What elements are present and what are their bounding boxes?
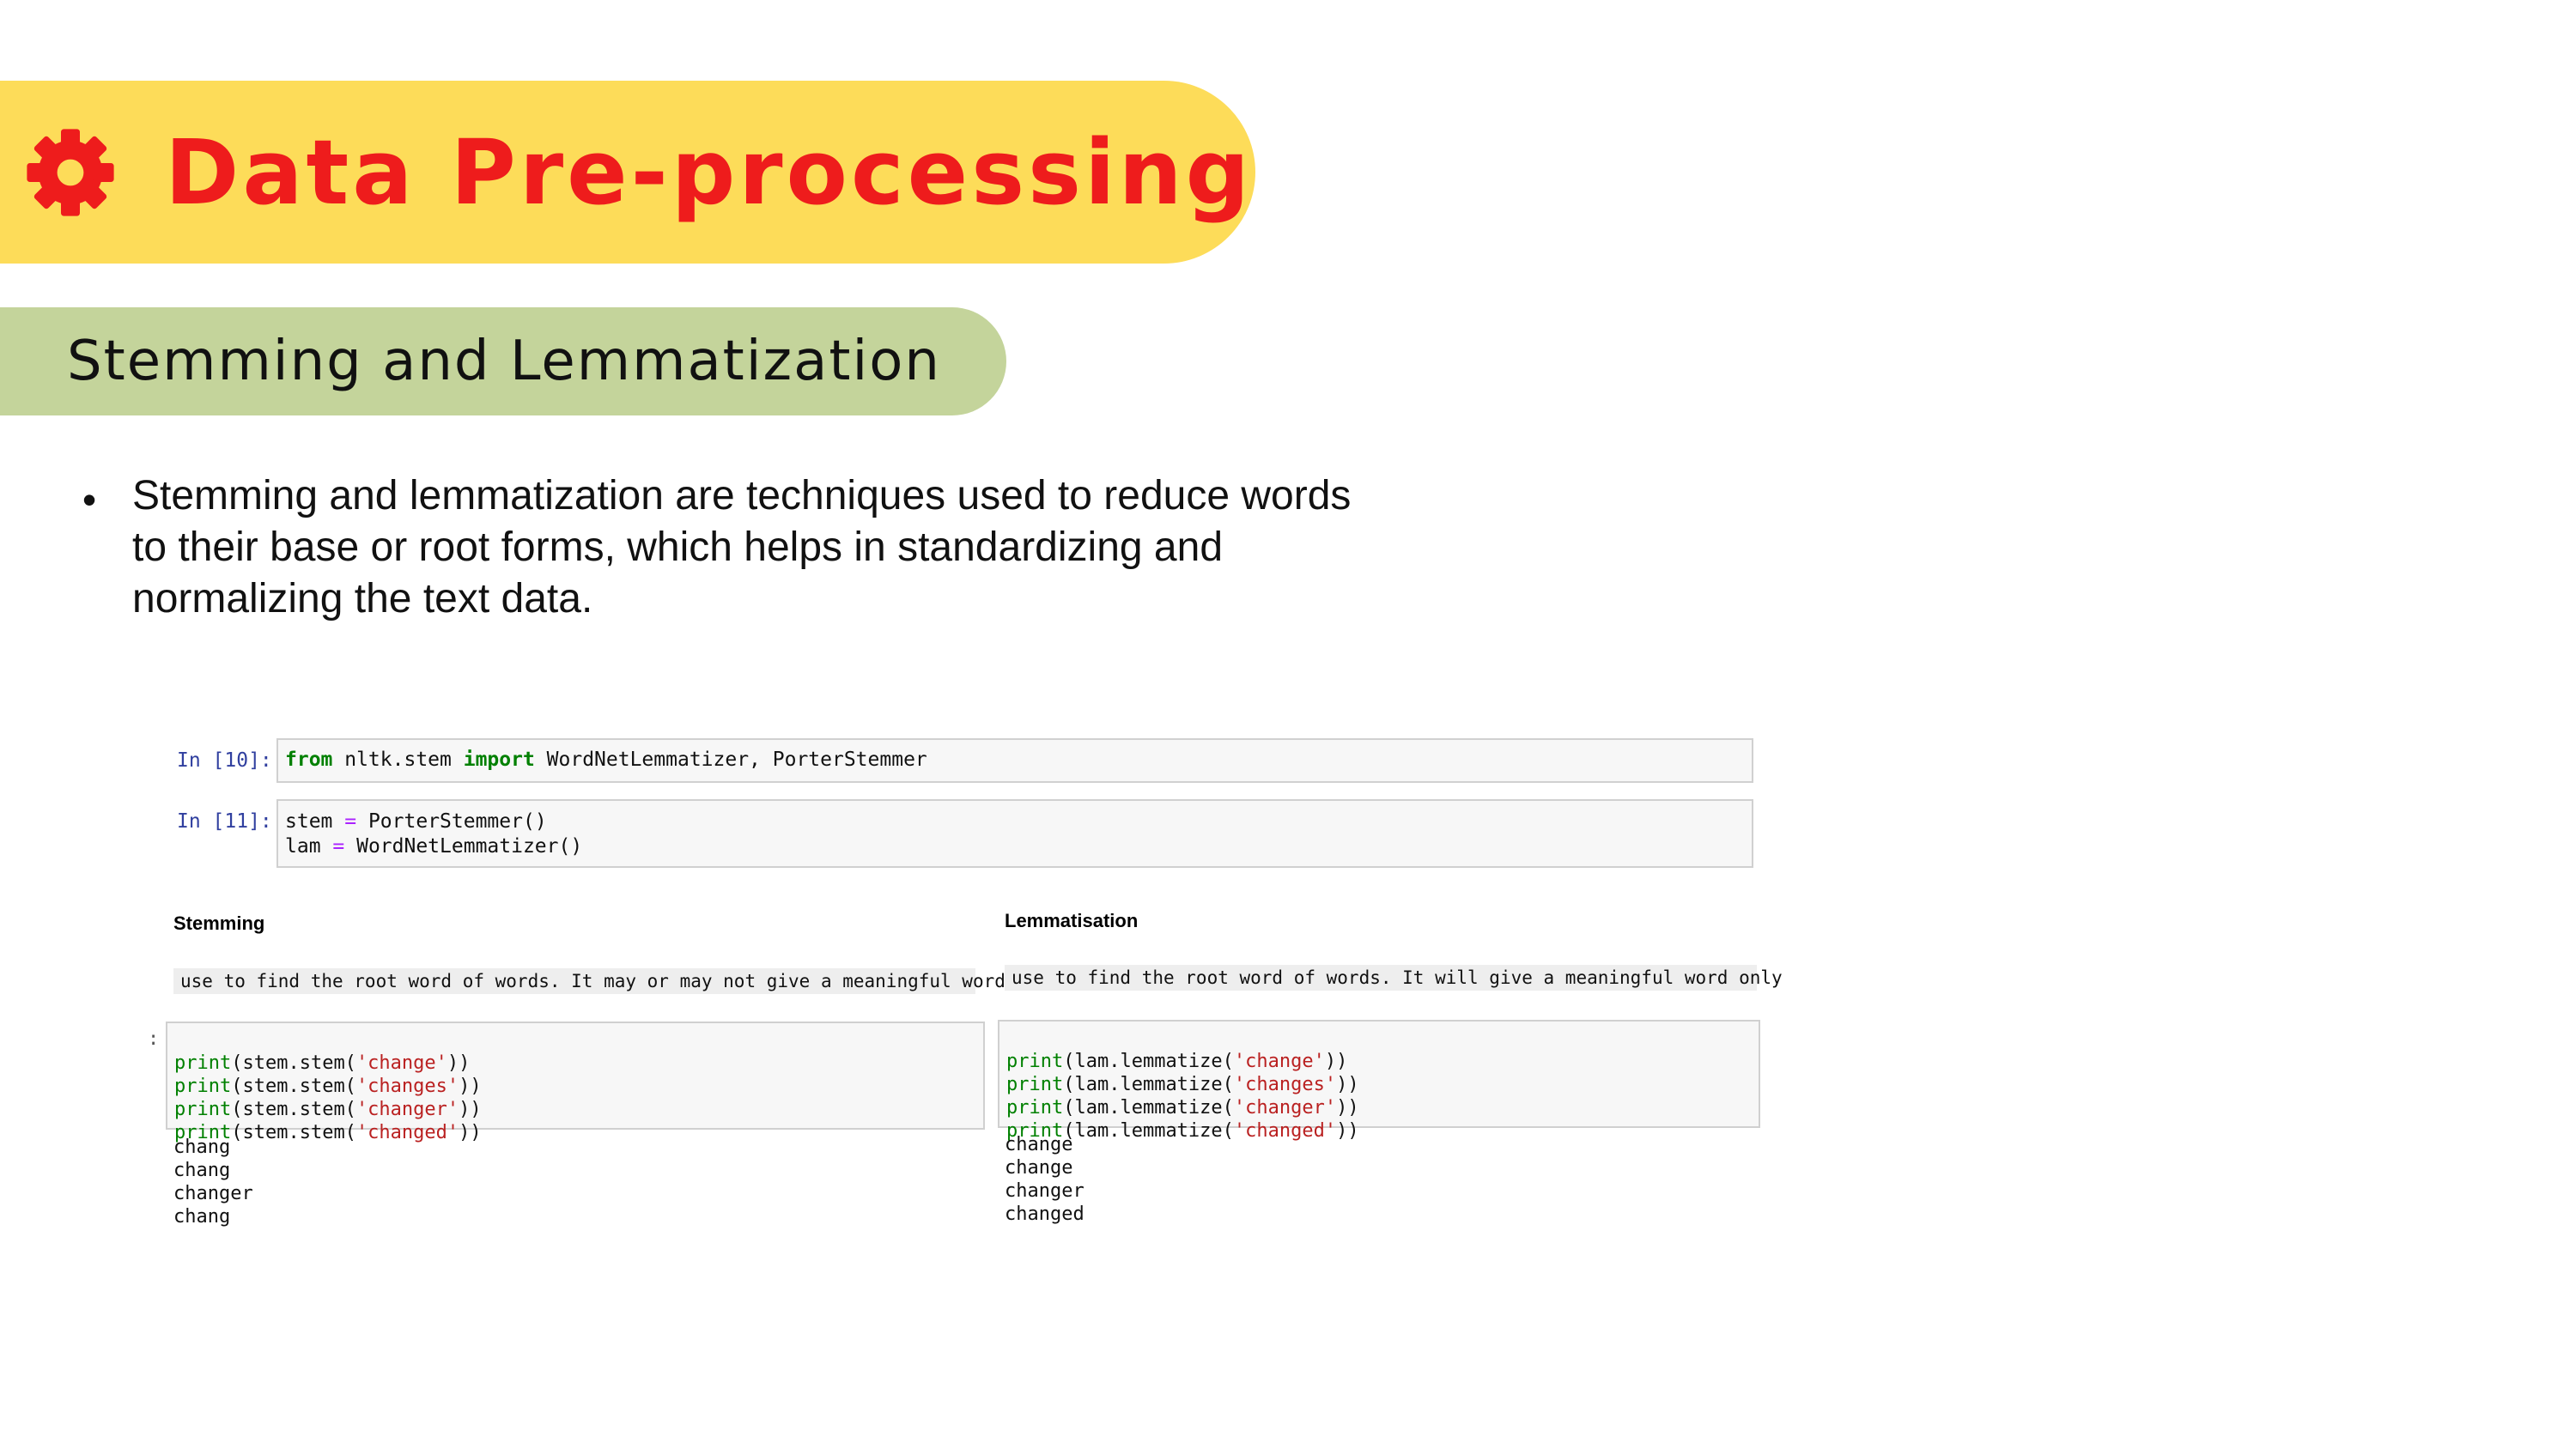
page-title: Data Pre-processing bbox=[165, 120, 1254, 225]
cell-prompt-10: In [10]: bbox=[177, 749, 272, 772]
code-line: print(lam.lemmatize('changes')) bbox=[1006, 1074, 1359, 1095]
cell-prompt-11: In [11]: bbox=[177, 810, 272, 833]
code-operator: = bbox=[332, 835, 345, 858]
code-line: print(stem.stem('change')) bbox=[174, 1052, 471, 1074]
lemmatisation-output: change change changer changed bbox=[1005, 1133, 1084, 1226]
lemmatisation-description: use to find the root word of words. It w… bbox=[1005, 965, 1783, 991]
output-line: change bbox=[1005, 1157, 1073, 1179]
code-cell-init[interactable]: stem = PorterStemmer() lam = WordNetLemma… bbox=[276, 799, 1753, 868]
stemming-output: chang chang changer chang bbox=[173, 1136, 253, 1228]
code-cell-stemming[interactable]: print(stem.stem('change')) print(stem.ste… bbox=[166, 1022, 985, 1143]
code-cell-imports[interactable]: from nltk.stem import WordNetLemmatizer,… bbox=[276, 738, 1753, 783]
code-var: stem bbox=[285, 810, 345, 833]
cell-prompt-colon: : bbox=[148, 1028, 160, 1050]
lemmatisation-heading: Lemmatisation bbox=[1005, 910, 1139, 931]
code-line: print(lam.lemmatize('changer')) bbox=[1006, 1097, 1359, 1119]
code-var: lam bbox=[285, 835, 333, 858]
gear-icon bbox=[27, 129, 114, 216]
output-line: changer bbox=[1005, 1180, 1084, 1202]
output-line: chang bbox=[173, 1160, 231, 1181]
module-name: nltk.stem bbox=[332, 749, 464, 771]
output-line: chang bbox=[173, 1206, 231, 1228]
code-line: print(stem.stem('changes')) bbox=[174, 1076, 482, 1097]
code-call: PorterStemmer() bbox=[356, 810, 547, 833]
code-operator: = bbox=[344, 810, 357, 833]
output-line: changer bbox=[173, 1183, 253, 1204]
keyword-from: from bbox=[285, 749, 333, 771]
code-line: print(lam.lemmatize('change')) bbox=[1006, 1051, 1348, 1072]
bullet-text: Stemming and lemmatization are technique… bbox=[132, 473, 1352, 621]
keyword-import: import bbox=[463, 749, 535, 771]
output-line: chang bbox=[173, 1137, 231, 1158]
output-line: change bbox=[1005, 1134, 1073, 1155]
code-line: print(lam.lemmatize('changed')) bbox=[1006, 1120, 1359, 1142]
code-cell-lemmatisation[interactable]: print(lam.lemmatize('change')) print(lam.… bbox=[998, 1020, 1760, 1142]
code-line: print(stem.stem('changed')) bbox=[174, 1122, 482, 1143]
code-line: print(stem.stem('changer')) bbox=[174, 1099, 482, 1120]
section-subtitle: Stemming and Lemmatization bbox=[67, 330, 941, 393]
code-call: WordNetLemmatizer() bbox=[344, 835, 583, 858]
bullet-marker: • bbox=[82, 477, 97, 522]
stemming-description: use to find the root word of words. It m… bbox=[173, 968, 1005, 994]
stemming-heading: Stemming bbox=[173, 912, 265, 934]
import-names: WordNetLemmatizer, PorterStemmer bbox=[534, 749, 927, 771]
output-line: changed bbox=[1005, 1203, 1084, 1225]
